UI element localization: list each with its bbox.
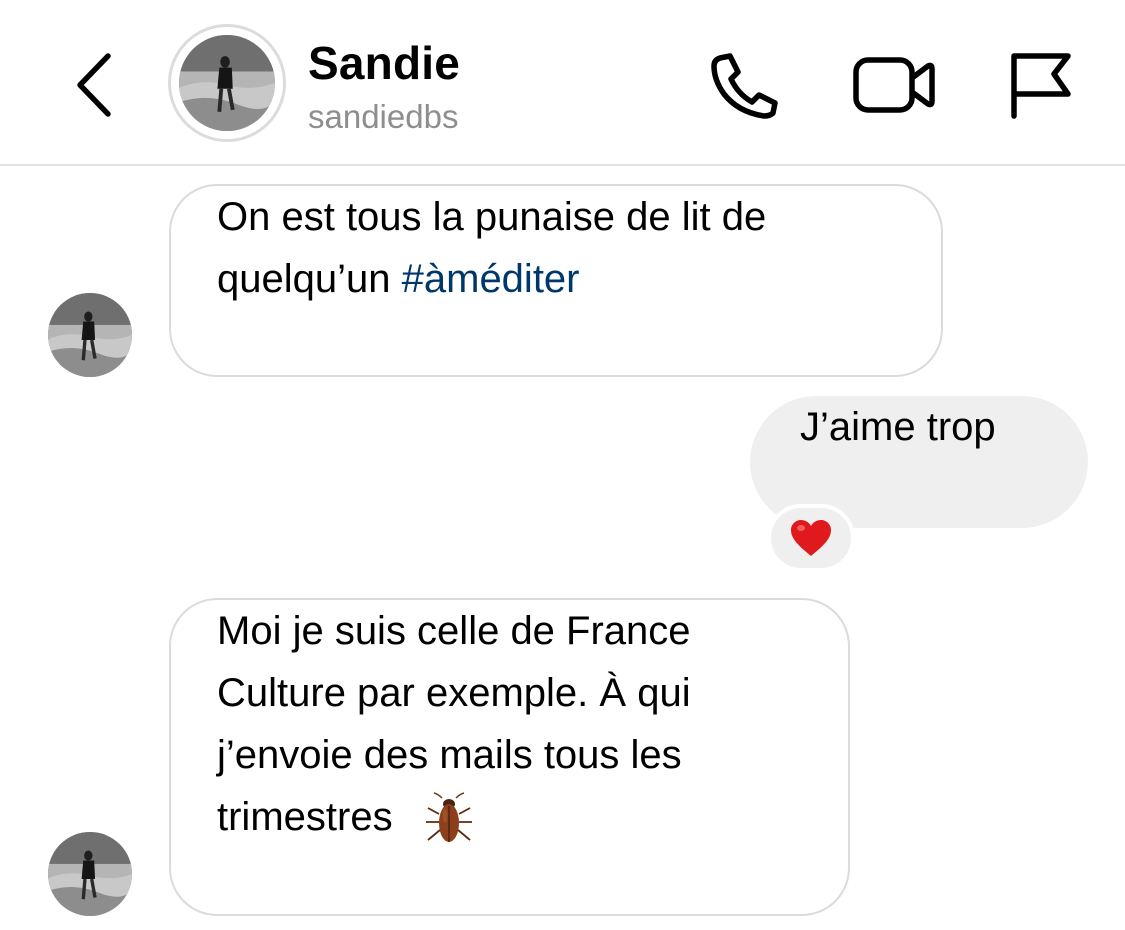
audio-call-button[interactable] [706,50,782,120]
phone-icon [711,53,778,119]
back-chevron-icon [77,53,111,117]
chat-header: Sandie sandiedbs [0,0,1125,166]
message-text-segment: quelqu’un [217,257,391,301]
video-camera-icon [853,57,935,113]
video-call-button[interactable] [852,52,936,118]
heart-icon [791,520,831,556]
message-text: Culture par exemple. À qui [217,671,691,715]
back-button[interactable] [70,50,120,120]
message-text: trimestres [217,786,802,848]
report-button[interactable] [1006,50,1074,120]
cockroach-emoji-icon [425,792,472,843]
contact-username[interactable]: sandiedbs [308,98,458,136]
message-text: On est tous la punaise de lit de [217,195,767,239]
hashtag-link[interactable]: #àméditer [402,257,580,301]
message-text: j’envoie des mails tous les [217,733,682,777]
message-reaction[interactable] [767,504,855,572]
sender-avatar[interactable] [48,293,132,377]
message-text: Moi je suis celle de France [217,609,691,653]
message-bubble-incoming[interactable]: On est tous la punaise de lit de quelqu’… [169,184,943,377]
sender-avatar[interactable] [48,832,132,916]
contact-name[interactable]: Sandie [308,36,460,90]
contact-avatar[interactable] [168,24,286,142]
message-bubble-incoming[interactable]: Moi je suis celle de France Culture par … [169,598,850,916]
message-text: J’aime trop [800,405,996,449]
message-text: quelqu’un #àméditer [217,248,895,310]
message-text-segment: trimestres [217,795,393,839]
flag-icon [1011,53,1071,119]
